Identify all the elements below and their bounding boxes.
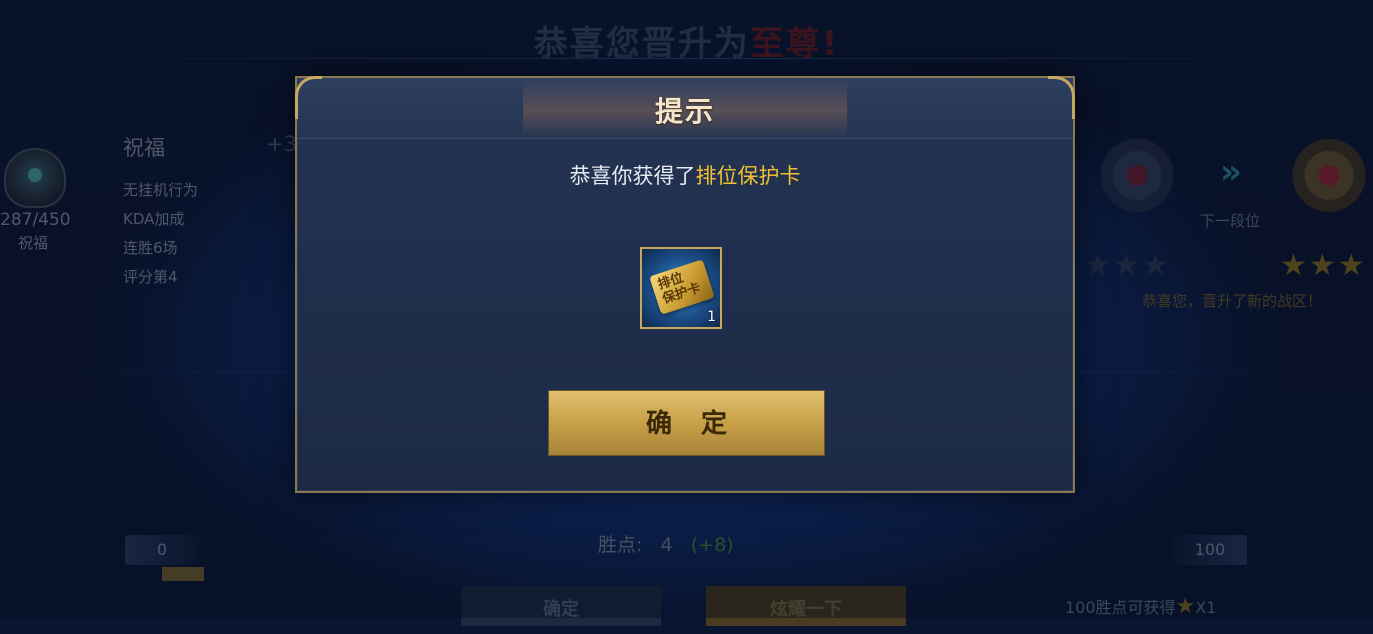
dialog-message-item: 排位保护卡 — [695, 164, 801, 188]
item-count: 1 — [707, 309, 716, 325]
rank-protection-card-icon: 排位 保护卡 — [649, 259, 715, 315]
dialog-title: 提示 — [654, 95, 715, 128]
confirm-button[interactable]: 确 定 — [548, 390, 825, 456]
reward-dialog: 提示 恭喜你获得了排位保护卡 排位 保护卡 1 确 定 — [295, 76, 1075, 493]
dialog-header: 提示 — [295, 76, 1075, 139]
reward-item-slot[interactable]: 排位 保护卡 1 — [640, 247, 722, 329]
card-label: 排位 保护卡 — [656, 267, 702, 308]
dialog-message: 恭喜你获得了排位保护卡 — [297, 160, 1073, 190]
dialog-message-text: 恭喜你获得了 — [569, 164, 696, 188]
